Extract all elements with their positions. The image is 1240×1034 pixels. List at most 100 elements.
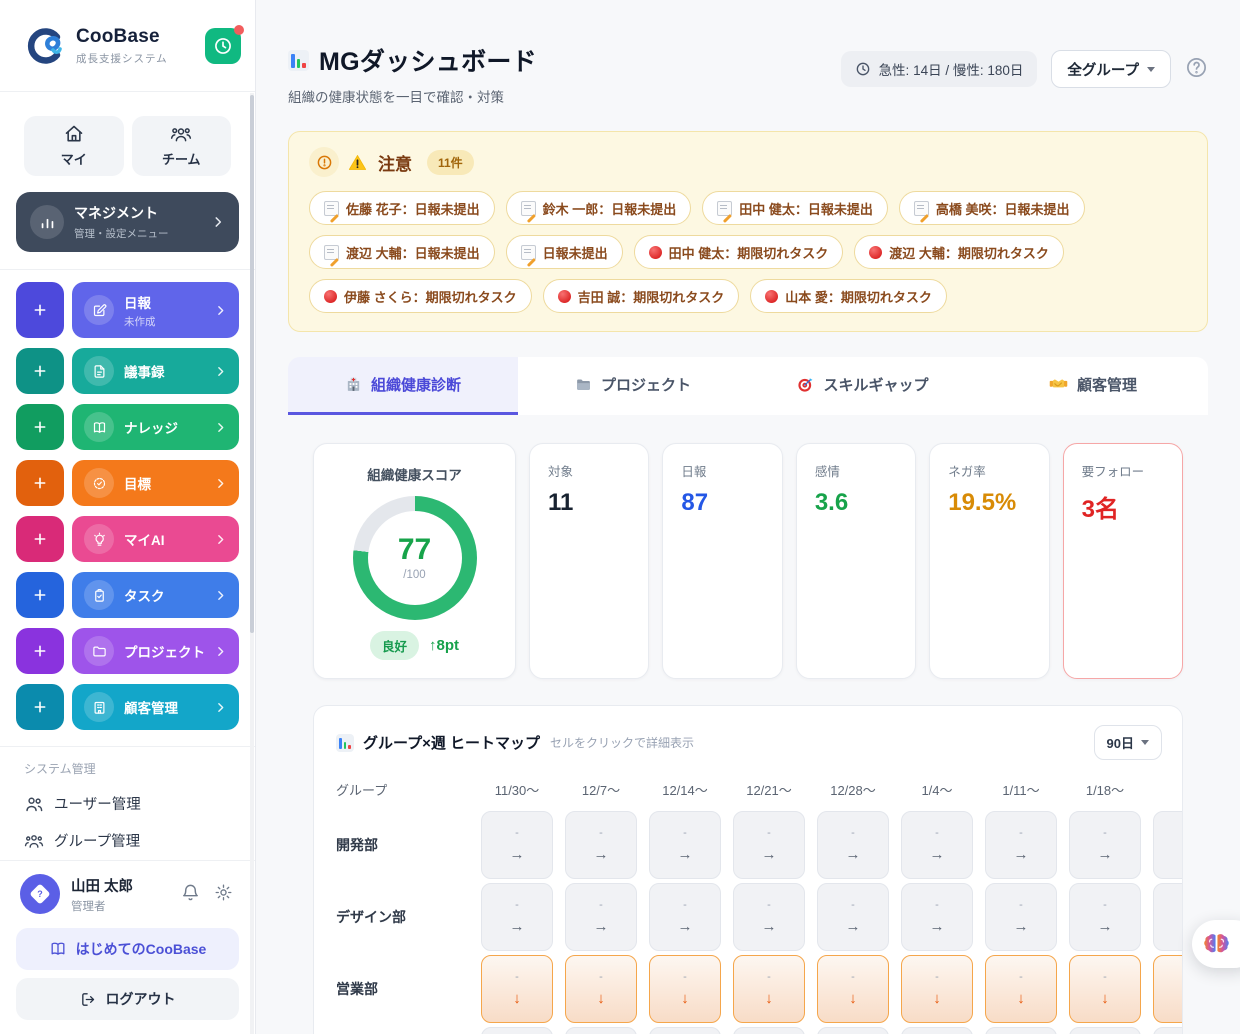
group-filter-select[interactable]: 全グループ: [1051, 50, 1171, 88]
sidebar-item-my-ai[interactable]: マイAI: [72, 516, 239, 562]
sidebar-item-project[interactable]: プロジェクト: [72, 628, 239, 674]
alert-chip[interactable]: 渡辺 大輔：期限切れタスク: [854, 235, 1064, 269]
heatmap-range-select[interactable]: 90日: [1093, 725, 1162, 760]
heatmap-cell[interactable]: -→: [985, 1027, 1057, 1034]
alert-chip[interactable]: 吉田 誠：期限切れタスク: [542, 279, 740, 313]
alert-chip[interactable]: 日報未提出: [505, 235, 623, 269]
heatmap-cell[interactable]: -→: [817, 1027, 889, 1034]
sidebar-scrollbar-thumb[interactable]: [250, 95, 254, 633]
logout-button[interactable]: ログアウト: [16, 978, 239, 1020]
heatmap-cell[interactable]: -→: [817, 811, 889, 879]
avatar[interactable]: ?: [20, 874, 60, 914]
alert-chip[interactable]: 鈴木 一郎：日報未提出: [505, 191, 692, 225]
heatmap-cell[interactable]: -↓: [985, 955, 1057, 1023]
health-score-donut-gauge: 77 /100: [352, 496, 477, 620]
heatmap-cell[interactable]: -↓: [733, 955, 805, 1023]
heatmap-cell[interactable]: -→: [649, 883, 721, 951]
clock-icon: [215, 37, 231, 54]
notification-dot: [234, 24, 244, 35]
heatmap-cell[interactable]: -→: [901, 811, 973, 879]
ai-assistant-button[interactable]: [1192, 920, 1240, 968]
heatmap-cell[interactable]: -→: [817, 883, 889, 951]
alert-chip[interactable]: 渡辺 大輔：日報未提出: [309, 235, 495, 269]
settings-button[interactable]: [212, 881, 235, 907]
tab-project[interactable]: プロジェクト: [518, 357, 748, 415]
sidebar-header: CooBase 成長支援システム: [0, 0, 255, 92]
heatmap-cell-value: -: [935, 899, 939, 911]
sidebar-item-management[interactable]: マネジメント 管理・設定メニュー: [16, 192, 239, 252]
tab-customer[interactable]: 顧客管理: [978, 357, 1208, 415]
heatmap-cell[interactable]: -→: [1153, 1027, 1182, 1034]
chevron-right-icon: [218, 590, 224, 600]
alert-chip[interactable]: 高橋 美咲：日報未提出: [898, 191, 1085, 225]
alert-chip[interactable]: 伊藤 さくら：期限切れタスク: [309, 279, 532, 313]
heatmap-cell[interactable]: -→: [1069, 883, 1141, 951]
notifications-button[interactable]: [179, 881, 202, 907]
add-daily-report-button[interactable]: [16, 282, 64, 338]
add-goal-button[interactable]: [16, 460, 64, 506]
sidebar-item-group-management[interactable]: グループ管理: [24, 830, 231, 851]
heatmap-cell[interactable]: -↓: [901, 955, 973, 1023]
sidebar-item-daily-report[interactable]: 日報 未作成: [72, 282, 239, 338]
heatmap-cell[interactable]: -→: [901, 1027, 973, 1034]
heatmap-cell[interactable]: -↓: [565, 955, 637, 1023]
heatmap-cell[interactable]: -→: [733, 883, 805, 951]
add-project-button[interactable]: [16, 628, 64, 674]
alert-chip[interactable]: 田中 健太：期限切れタスク: [633, 235, 844, 269]
chevron-right-icon: [218, 534, 224, 544]
tab-skill-gap[interactable]: スキルギャップ: [748, 357, 978, 415]
getting-started-button[interactable]: はじめてのCooBase: [16, 928, 239, 970]
sidebar-item-my[interactable]: マイ: [24, 116, 124, 176]
add-minutes-button[interactable]: [16, 348, 64, 394]
heatmap-cell[interactable]: -→: [1153, 883, 1182, 951]
sidebar-item-goal[interactable]: 目標: [72, 460, 239, 506]
heatmap-cell[interactable]: -→: [649, 1027, 721, 1034]
add-customer-button[interactable]: [16, 684, 64, 730]
alert-chip[interactable]: 山本 愛：期限切れタスク: [750, 279, 947, 313]
heatmap-cell[interactable]: -→: [481, 1027, 553, 1034]
help-button[interactable]: [1185, 56, 1208, 82]
heatmap-cell[interactable]: -→: [1153, 811, 1182, 879]
building-icon: [84, 692, 114, 722]
heatmap-cell[interactable]: -↓: [649, 955, 721, 1023]
heatmap-cell[interactable]: -↓: [817, 955, 889, 1023]
heatmap-cell[interactable]: -→: [985, 883, 1057, 951]
heatmap-cell[interactable]: -→: [649, 811, 721, 879]
tab-org-health[interactable]: 組織健康診断: [288, 357, 518, 415]
heatmap-cell[interactable]: -↓: [1069, 955, 1141, 1023]
heatmap-cell[interactable]: -→: [985, 811, 1057, 879]
trend-flat-arrow-icon: →: [509, 846, 525, 863]
heatmap-range-value: 90日: [1106, 736, 1134, 751]
sidebar-item-minutes[interactable]: 議事録: [72, 348, 239, 394]
heatmap-cell[interactable]: -→: [481, 883, 553, 951]
heatmap-cell-value: -: [851, 899, 855, 911]
heatmap-cell[interactable]: -→: [565, 811, 637, 879]
alert-chip[interactable]: 佐藤 花子：日報未提出: [309, 191, 495, 225]
add-knowledge-button[interactable]: [16, 404, 64, 450]
heatmap-cell[interactable]: -→: [565, 883, 637, 951]
heatmap-cell[interactable]: -→: [565, 1027, 637, 1034]
add-my-ai-button[interactable]: [16, 516, 64, 562]
heatmap-cell[interactable]: -↓: [1153, 955, 1182, 1023]
heatmap-cell[interactable]: -↓: [481, 955, 553, 1023]
alert-chip[interactable]: 田中 健太：日報未提出: [702, 191, 888, 225]
heatmap-cell[interactable]: -→: [1069, 811, 1141, 879]
heatmap-week-label: 12/7〜: [581, 783, 621, 798]
heatmap-cell[interactable]: -→: [901, 883, 973, 951]
stat-label: 感情: [814, 465, 840, 479]
heatmap-cell[interactable]: -→: [733, 1027, 805, 1034]
sidebar-item-user-management[interactable]: ユーザー管理: [24, 793, 231, 814]
target-icon: [84, 468, 114, 498]
users-icon: [26, 797, 43, 811]
attendance-timer-button[interactable]: [205, 24, 244, 64]
sidebar-item-team[interactable]: チーム: [131, 116, 231, 176]
add-task-button[interactable]: [16, 572, 64, 618]
plus-icon: [34, 421, 46, 433]
red-circle-icon: [765, 289, 779, 303]
sidebar-item-task[interactable]: タスク: [72, 572, 239, 618]
heatmap-cell[interactable]: -→: [1069, 1027, 1141, 1034]
sidebar-item-knowledge[interactable]: ナレッジ: [72, 404, 239, 450]
heatmap-cell[interactable]: -→: [481, 811, 553, 879]
heatmap-cell[interactable]: -→: [733, 811, 805, 879]
sidebar-item-customer[interactable]: 顧客管理: [72, 684, 239, 730]
